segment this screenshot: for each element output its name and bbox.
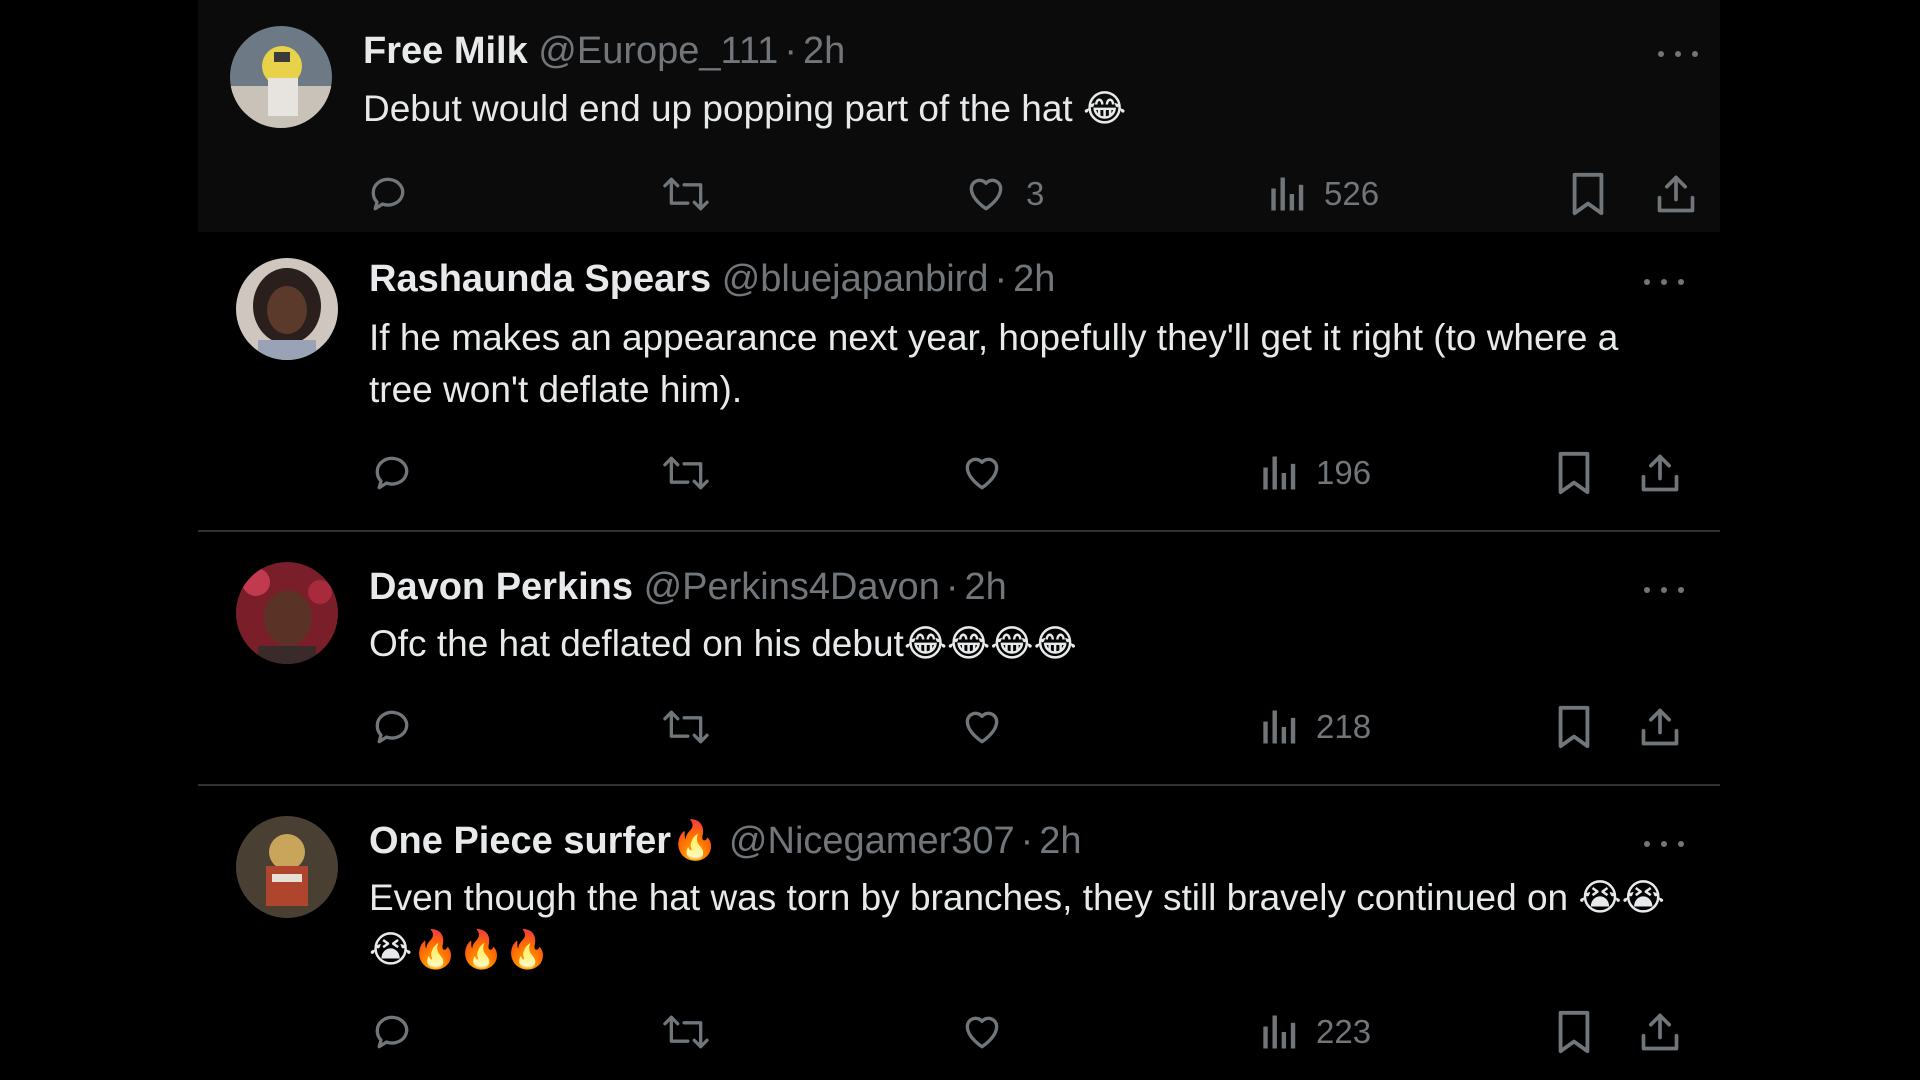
tweet-text: Even though the hat was torn by branches… [369, 877, 1665, 970]
like-button[interactable]: 3 [964, 164, 1044, 224]
bookmark-button[interactable] [1554, 443, 1594, 503]
display-name[interactable]: Davon Perkins [369, 566, 633, 608]
views-icon [1271, 177, 1304, 211]
retweet-button[interactable] [660, 1002, 712, 1062]
bookmark-icon [1558, 705, 1590, 749]
tweet-header: Davon Perkins @Perkins4Davon · 2h [369, 564, 1007, 610]
bookmark-button[interactable] [1554, 1002, 1594, 1062]
reply-icon [375, 456, 409, 490]
share-icon [1641, 708, 1679, 746]
views-icon [1263, 456, 1296, 490]
heart-icon [969, 178, 1003, 211]
bookmark-icon [1572, 172, 1604, 216]
tweet-text: If he makes an appearance next year, hop… [369, 317, 1619, 410]
more-icon[interactable] [1644, 578, 1684, 602]
tweet-1[interactable]: Free Milk @Europe_111 · 2h Debut would end… [198, 0, 1720, 232]
reply-icon [371, 177, 405, 211]
separator: · [945, 566, 959, 608]
more-icon[interactable] [1644, 270, 1684, 294]
tweet-header: Rashaunda Spears @bluejapanbird · 2h [369, 256, 1055, 302]
heart-icon [965, 1016, 999, 1049]
share-icon [1641, 1013, 1679, 1051]
bookmark-icon [1558, 1010, 1590, 1054]
like-count: 3 [1026, 175, 1045, 212]
avatar[interactable] [230, 26, 332, 128]
reply-button[interactable] [370, 443, 414, 503]
retweet-icon [663, 177, 709, 211]
view-count: 218 [1316, 708, 1372, 745]
tweet-header: One Piece surfer🔥 @Nicegamer307 · 2h [369, 818, 1082, 864]
user-handle[interactable]: @bluejapanbird [722, 258, 989, 300]
reply-button[interactable] [366, 164, 410, 224]
view-count: 196 [1316, 454, 1372, 491]
view-count: 223 [1316, 1013, 1372, 1050]
more-icon[interactable] [1644, 832, 1684, 856]
separator: · [1020, 820, 1034, 862]
tweet-text: Ofc the hat deflated on his debut😂😂😂😂 [369, 623, 1077, 664]
timestamp[interactable]: 2h [803, 30, 845, 72]
views-button[interactable]: 196 [1258, 443, 1371, 503]
display-name[interactable]: One Piece surfer🔥 [369, 820, 718, 862]
user-handle[interactable]: @Europe_111 [538, 30, 778, 72]
reply-icon [375, 1015, 409, 1049]
retweet-button[interactable] [660, 164, 712, 224]
tweet-header: Free Milk @Europe_111 · 2h [363, 28, 845, 74]
tweet-text: Debut would end up popping part of the h… [363, 88, 1127, 129]
tweet-actions: 3 526 [198, 164, 1720, 224]
display-name[interactable]: Free Milk [363, 30, 528, 72]
views-button[interactable]: 526 [1266, 164, 1379, 224]
timestamp[interactable]: 2h [1039, 820, 1081, 862]
retweet-icon [663, 456, 709, 490]
user-handle[interactable]: @Nicegamer307 [729, 820, 1015, 862]
heart-icon [965, 457, 999, 490]
timeline: Free Milk @Europe_111 · 2h Debut would end… [198, 0, 1720, 1080]
retweet-button[interactable] [660, 697, 712, 757]
bookmark-button[interactable] [1568, 164, 1608, 224]
views-icon [1263, 1015, 1296, 1049]
avatar[interactable] [236, 816, 338, 918]
bookmark-icon [1558, 451, 1590, 495]
share-button[interactable] [1638, 443, 1682, 503]
like-button[interactable] [960, 443, 1022, 503]
reply-button[interactable] [370, 697, 414, 757]
tweet-4[interactable]: One Piece surfer🔥 @Nicegamer307 · 2h Even … [198, 786, 1720, 1080]
tweet-actions: 218 [198, 697, 1720, 757]
share-button[interactable] [1638, 697, 1682, 757]
reply-icon [375, 710, 409, 744]
share-icon [1657, 175, 1695, 213]
share-button[interactable] [1654, 164, 1698, 224]
reply-button[interactable] [370, 1002, 414, 1062]
separator: · [994, 258, 1008, 300]
views-icon [1263, 710, 1296, 744]
user-handle[interactable]: @Perkins4Davon [644, 566, 940, 608]
views-button[interactable]: 218 [1258, 697, 1371, 757]
bookmark-button[interactable] [1554, 697, 1594, 757]
tweet-3[interactable]: Davon Perkins @Perkins4Davon · 2h Ofc the … [198, 532, 1720, 786]
share-icon [1641, 454, 1679, 492]
separator: · [784, 30, 797, 72]
heart-icon [965, 711, 999, 744]
timestamp[interactable]: 2h [1013, 258, 1055, 300]
retweet-icon [663, 710, 709, 744]
more-icon[interactable] [1658, 42, 1698, 66]
tweet-2[interactable]: Rashaunda Spears @bluejapanbird · 2h If he… [198, 232, 1720, 532]
views-button[interactable]: 223 [1258, 1002, 1371, 1062]
like-button[interactable] [960, 697, 1022, 757]
timestamp[interactable]: 2h [964, 566, 1006, 608]
share-button[interactable] [1638, 1002, 1682, 1062]
avatar[interactable] [236, 258, 338, 360]
display-name[interactable]: Rashaunda Spears [369, 258, 711, 300]
retweet-button[interactable] [660, 443, 712, 503]
avatar[interactable] [236, 562, 338, 664]
tweet-actions: 223 [198, 1002, 1720, 1062]
like-button[interactable] [960, 1002, 1022, 1062]
view-count: 526 [1324, 175, 1380, 212]
tweet-actions: 196 [198, 443, 1720, 503]
retweet-icon [663, 1015, 709, 1049]
